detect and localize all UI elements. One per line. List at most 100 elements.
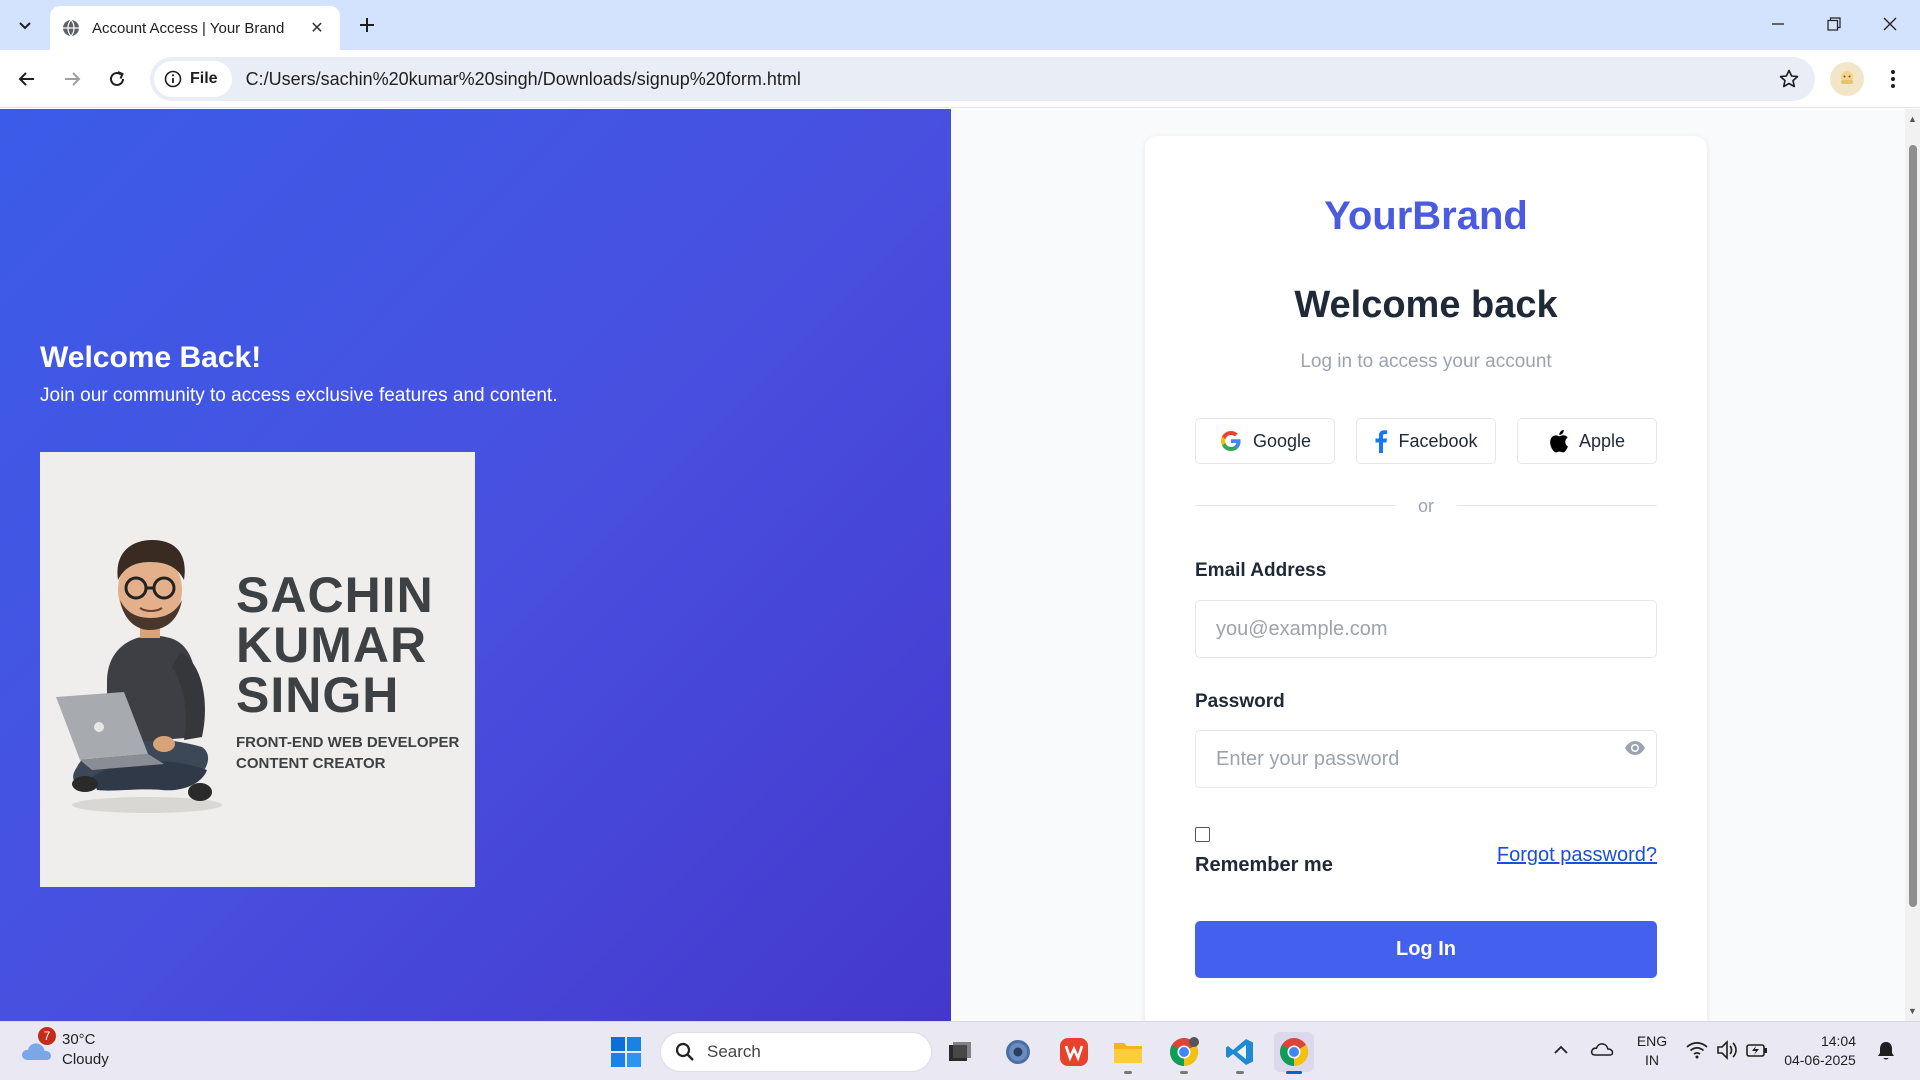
running-indicator bbox=[1180, 1071, 1188, 1074]
toggle-password-visibility[interactable] bbox=[1623, 736, 1647, 760]
address-bar[interactable]: File C:/Users/sachin%20kumar%20singh/Dow… bbox=[150, 57, 1815, 101]
settings-app[interactable] bbox=[998, 1032, 1038, 1072]
windows-taskbar: 7 30°C Cloudy Search ENG IN 14:04 04-06-… bbox=[0, 1021, 1920, 1080]
hero-subtitle: Join our community to access exclusive f… bbox=[40, 385, 558, 406]
search-icon bbox=[675, 1042, 694, 1061]
wps-icon bbox=[1060, 1038, 1088, 1066]
page-scrollbar[interactable]: ▲ ▼ bbox=[1905, 109, 1920, 1021]
forward-button[interactable] bbox=[55, 62, 89, 96]
minimize-icon bbox=[1772, 23, 1784, 25]
card-role-line-1: FRONT-END WEB DEVELOPER bbox=[236, 734, 460, 751]
email-field[interactable] bbox=[1195, 600, 1657, 658]
wps-office-app[interactable] bbox=[1054, 1032, 1094, 1072]
active-indicator bbox=[1286, 1071, 1302, 1074]
search-label: Search bbox=[707, 1042, 761, 1061]
browser-menu-button[interactable] bbox=[1876, 62, 1910, 96]
remember-me-label[interactable]: Remember me bbox=[1195, 854, 1333, 877]
brand-logo: YourBrand bbox=[1324, 194, 1528, 238]
login-title: Welcome back bbox=[1294, 284, 1558, 326]
apple-login-button[interactable]: Apple bbox=[1517, 418, 1657, 464]
clock[interactable]: 14:04 04-06-2025 bbox=[1778, 1032, 1862, 1070]
remember-me-checkbox[interactable] bbox=[1195, 827, 1210, 842]
bookmark-button[interactable] bbox=[1771, 61, 1807, 97]
volume-icon[interactable] bbox=[1716, 1040, 1738, 1060]
password-field[interactable] bbox=[1195, 730, 1657, 788]
card-name-line-3: SINGH bbox=[236, 667, 400, 723]
forgot-password-link[interactable]: Forgot password? bbox=[1497, 844, 1657, 867]
facebook-login-button[interactable]: Facebook bbox=[1356, 418, 1496, 464]
page-viewport: Welcome Back! Join our community to acce… bbox=[0, 109, 1920, 1021]
running-indicator bbox=[1124, 1071, 1132, 1074]
password-label: Password bbox=[1195, 691, 1285, 712]
card-name-line-1: SACHIN bbox=[236, 567, 434, 623]
language-line-2: IN bbox=[1645, 1052, 1659, 1068]
chrome-icon bbox=[1170, 1037, 1199, 1066]
profile-card-image: SACHIN KUMAR SINGH FRONT-END WEB DEVELOP… bbox=[40, 452, 475, 887]
scroll-thumb[interactable] bbox=[1909, 145, 1917, 907]
scroll-up-icon[interactable]: ▲ bbox=[1907, 113, 1918, 124]
battery-charging-icon[interactable] bbox=[1746, 1040, 1768, 1060]
or-divider: or bbox=[1195, 496, 1657, 516]
notification-bell-icon[interactable] bbox=[1875, 1040, 1897, 1062]
login-card: YourBrand Welcome back Log in to access … bbox=[1145, 136, 1707, 1021]
avatar-icon bbox=[1841, 71, 1853, 84]
file-chip-label: File bbox=[190, 70, 218, 87]
chrome-profile-app[interactable] bbox=[1164, 1032, 1204, 1074]
facebook-icon bbox=[1375, 430, 1388, 453]
site-info-chip[interactable]: File bbox=[154, 61, 232, 97]
taskbar-search[interactable]: Search bbox=[660, 1032, 932, 1072]
new-tab-button[interactable] bbox=[352, 10, 382, 40]
profile-avatar[interactable] bbox=[1830, 62, 1864, 96]
globe-icon bbox=[63, 19, 79, 37]
browser-tab-bar: Account Access | Your Brand ✕ bbox=[0, 0, 1920, 50]
language-indicator[interactable]: ENG IN bbox=[1632, 1032, 1672, 1070]
folder-icon bbox=[1114, 1043, 1142, 1063]
info-icon bbox=[164, 70, 182, 88]
facebook-label: Facebook bbox=[1398, 430, 1478, 451]
weather-text: 30°C Cloudy bbox=[62, 1030, 109, 1070]
file-explorer-app[interactable] bbox=[1108, 1032, 1148, 1074]
email-label: Email Address bbox=[1195, 560, 1327, 581]
card-name-line-2: KUMAR bbox=[236, 617, 428, 673]
chevron-up-icon[interactable] bbox=[1553, 1044, 1569, 1056]
star-icon bbox=[1779, 69, 1799, 88]
restore-icon bbox=[1827, 17, 1841, 31]
chrome-icon bbox=[1280, 1038, 1308, 1066]
onedrive-cloud-icon[interactable] bbox=[1590, 1040, 1614, 1058]
hero-title: Welcome Back! bbox=[40, 341, 262, 374]
weather-alert-badge: 7 bbox=[38, 1027, 56, 1045]
back-button[interactable] bbox=[10, 62, 44, 96]
reload-button[interactable] bbox=[100, 62, 134, 96]
plus-icon bbox=[360, 18, 374, 32]
card-role: FRONT-END WEB DEVELOPER CONTENT CREATOR bbox=[236, 732, 459, 774]
close-tab-icon[interactable]: ✕ bbox=[306, 17, 328, 39]
task-view-app[interactable] bbox=[940, 1032, 980, 1072]
windows-start-icon[interactable] bbox=[608, 1034, 644, 1070]
weather-condition: Cloudy bbox=[62, 1051, 109, 1068]
close-window-button[interactable] bbox=[1862, 0, 1918, 48]
arrow-left-icon bbox=[18, 72, 34, 86]
language-line-1: ENG bbox=[1636, 1033, 1668, 1049]
weather-temp: 30°C bbox=[62, 1031, 96, 1048]
minimize-button[interactable] bbox=[1750, 0, 1806, 48]
browser-tab-active[interactable]: Account Access | Your Brand ✕ bbox=[50, 6, 340, 50]
vscode-app[interactable] bbox=[1220, 1032, 1260, 1074]
task-view-icon bbox=[949, 1042, 971, 1061]
reload-icon bbox=[110, 71, 124, 86]
url-text[interactable]: C:/Users/sachin%20kumar%20singh/Download… bbox=[246, 69, 1771, 90]
google-login-button[interactable]: Google bbox=[1195, 418, 1335, 464]
card-name: SACHIN KUMAR SINGH bbox=[236, 570, 434, 720]
running-indicator bbox=[1236, 1071, 1244, 1074]
tab-title: Account Access | Your Brand bbox=[92, 19, 285, 37]
restore-button[interactable] bbox=[1806, 0, 1862, 48]
card-role-line-2: CONTENT CREATOR bbox=[236, 755, 386, 772]
wifi-icon[interactable] bbox=[1686, 1041, 1708, 1059]
scroll-down-icon[interactable]: ▼ bbox=[1907, 1005, 1918, 1016]
login-button[interactable]: Log In bbox=[1195, 921, 1657, 978]
google-label: Google bbox=[1252, 430, 1312, 451]
chrome-active-app[interactable] bbox=[1274, 1032, 1314, 1074]
weather-widget[interactable]: 7 30°C Cloudy bbox=[20, 1027, 109, 1070]
arrow-right-icon bbox=[65, 72, 81, 86]
tab-search-button[interactable] bbox=[8, 10, 42, 40]
chevron-down-icon bbox=[19, 22, 31, 30]
